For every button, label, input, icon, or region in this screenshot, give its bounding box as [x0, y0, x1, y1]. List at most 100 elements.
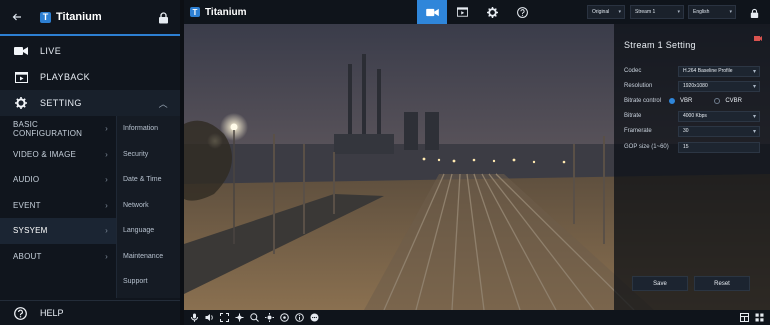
logo-mark-icon: T	[190, 7, 200, 17]
playback-icon	[456, 7, 468, 17]
layout-icon[interactable]	[740, 313, 749, 322]
live-tab-button[interactable]	[417, 0, 447, 24]
category-system[interactable]: SYSYEM ›	[0, 218, 116, 244]
help-icon	[14, 306, 27, 320]
chevron-right-icon: ›	[105, 200, 108, 210]
submenu-information[interactable]: Information	[117, 116, 180, 142]
app-logo: T Titanium	[40, 11, 102, 23]
view-select[interactable]: Original ▾	[587, 5, 625, 19]
ptz-move-icon[interactable]	[235, 313, 244, 322]
back-arrow-icon[interactable]	[10, 10, 24, 24]
logo-mark-icon: T	[40, 11, 51, 23]
menu-item-live[interactable]: LIVE	[0, 38, 180, 64]
more-icon[interactable]	[310, 313, 319, 322]
bitrate-control-label: Bitrate control	[624, 98, 662, 104]
radio-unselected-icon	[714, 98, 721, 104]
playback-tab-button[interactable]	[447, 0, 477, 24]
lock-icon[interactable]	[750, 6, 759, 24]
chevron-right-icon: ›	[105, 175, 108, 185]
app-root: T Titanium LIVE PLAYBACK SETTING ︿ BASIC…	[0, 0, 770, 325]
stream-select[interactable]: Stream 1 ▾	[630, 5, 684, 19]
help-icon	[516, 6, 528, 18]
mobile-panel: T Titanium LIVE PLAYBACK SETTING ︿ BASIC…	[0, 0, 180, 325]
codec-label: Codec	[624, 68, 642, 74]
help-label: HELP	[40, 308, 64, 318]
codec-field: Codec H.264 Baseline Profile ▾	[624, 65, 764, 77]
playback-icon	[14, 71, 28, 83]
menu-item-playback[interactable]: PLAYBACK	[0, 64, 180, 90]
gear-icon	[14, 97, 28, 109]
submenu-support[interactable]: Support	[117, 269, 180, 295]
menu-item-label: LIVE	[40, 46, 62, 56]
panel-title: Stream 1 Setting	[624, 40, 696, 50]
framerate-label: Framerate	[624, 128, 652, 134]
bitrate-field: Bitrate 4000 Kbps ▾	[624, 110, 764, 122]
category-about[interactable]: ABOUT ›	[0, 244, 116, 270]
submenu-language[interactable]: Language	[117, 218, 180, 244]
desktop-view: T Titanium Original ▾ Stream 1 ▾ English…	[184, 0, 770, 325]
setting-tab-button[interactable]	[477, 0, 507, 24]
reset-button[interactable]: Reset	[694, 276, 750, 291]
submenu-maintenance[interactable]: Maintenance	[117, 244, 180, 270]
gop-label: GOP size (1~60)	[624, 144, 669, 150]
chevron-up-icon: ︿	[158, 98, 168, 109]
fullscreen-icon[interactable]	[220, 313, 229, 322]
microphone-icon[interactable]	[190, 313, 199, 322]
radio-selected-icon	[668, 98, 675, 104]
submenu-security[interactable]: Security	[117, 142, 180, 168]
info-icon[interactable]	[295, 313, 304, 322]
bitrate-control-field: Bitrate control VBR CVBR	[624, 95, 764, 107]
chevron-down-icon: ▾	[752, 128, 756, 135]
resolution-select[interactable]: 1920x1080 ▾	[678, 80, 760, 92]
chevron-right-icon: ›	[105, 251, 108, 261]
language-select[interactable]: English ▾	[688, 5, 736, 19]
speaker-icon[interactable]	[205, 313, 214, 322]
gop-field: GOP size (1~60) 15	[624, 141, 764, 153]
close-icon[interactable]	[754, 30, 762, 41]
gop-input[interactable]: 15	[678, 141, 760, 153]
chevron-down-icon: ▾	[618, 9, 621, 15]
desktop-app-name: Titanium	[205, 6, 247, 18]
category-basic-configuration[interactable]: BASIC CONFIGURATION ›	[0, 116, 116, 142]
submenu-date-time[interactable]: Date & Time	[117, 167, 180, 193]
help-tab-button[interactable]	[507, 0, 537, 24]
framerate-select[interactable]: 30 ▾	[678, 125, 760, 137]
chevron-down-icon: ▾	[752, 68, 756, 75]
brightness-icon[interactable]	[265, 313, 274, 322]
grid-icon[interactable]	[755, 313, 764, 322]
category-event[interactable]: EVENT ›	[0, 193, 116, 219]
chevron-right-icon: ›	[105, 124, 108, 134]
app-name: Titanium	[56, 11, 102, 23]
desktop-app-logo: T Titanium	[190, 7, 246, 18]
menu-item-help[interactable]: HELP	[0, 300, 180, 325]
chevron-right-icon: ›	[105, 226, 108, 236]
menu-item-setting[interactable]: SETTING ︿	[0, 90, 180, 116]
snapshot-icon[interactable]	[280, 313, 289, 322]
framerate-field: Framerate 30 ▾	[624, 125, 764, 137]
bitrate-label: Bitrate	[624, 113, 642, 119]
category-video-image[interactable]: VIDEO & IMAGE ›	[0, 142, 116, 168]
setting-submenu: BASIC CONFIGURATION › VIDEO & IMAGE › AUDI…	[0, 116, 180, 298]
desktop-topbar: T Titanium Original ▾ Stream 1 ▾ English…	[184, 0, 770, 24]
cvbr-radio[interactable]: CVBR	[714, 98, 742, 104]
save-button[interactable]: Save	[632, 276, 688, 291]
stream-setting-panel: Stream 1 Setting Codec H.264 Baseline Pr…	[614, 24, 770, 310]
main-menu: LIVE PLAYBACK SETTING ︿	[0, 38, 180, 116]
vbr-radio[interactable]: VBR	[668, 98, 692, 104]
gear-icon	[486, 6, 498, 18]
menu-item-label: SETTING	[40, 98, 82, 108]
category-list: BASIC CONFIGURATION › VIDEO & IMAGE › AUDI…	[0, 116, 116, 298]
menu-item-label: PLAYBACK	[40, 72, 91, 82]
codec-select[interactable]: H.264 Baseline Profile ▾	[678, 65, 760, 77]
chevron-down-icon: ▾	[752, 113, 756, 120]
resolution-field: Resolution 1920x1080 ▾	[624, 80, 764, 92]
system-submenu: Information Security Date & Time Network…	[116, 116, 180, 298]
zoom-icon[interactable]	[250, 313, 259, 322]
video-camera-icon	[14, 45, 28, 57]
category-audio[interactable]: AUDIO ›	[0, 167, 116, 193]
lock-icon[interactable]	[158, 11, 170, 24]
bitrate-select[interactable]: 4000 Kbps ▾	[678, 110, 760, 122]
resolution-label: Resolution	[624, 83, 653, 89]
chevron-down-icon: ▾	[677, 9, 680, 15]
submenu-network[interactable]: Network	[117, 193, 180, 219]
